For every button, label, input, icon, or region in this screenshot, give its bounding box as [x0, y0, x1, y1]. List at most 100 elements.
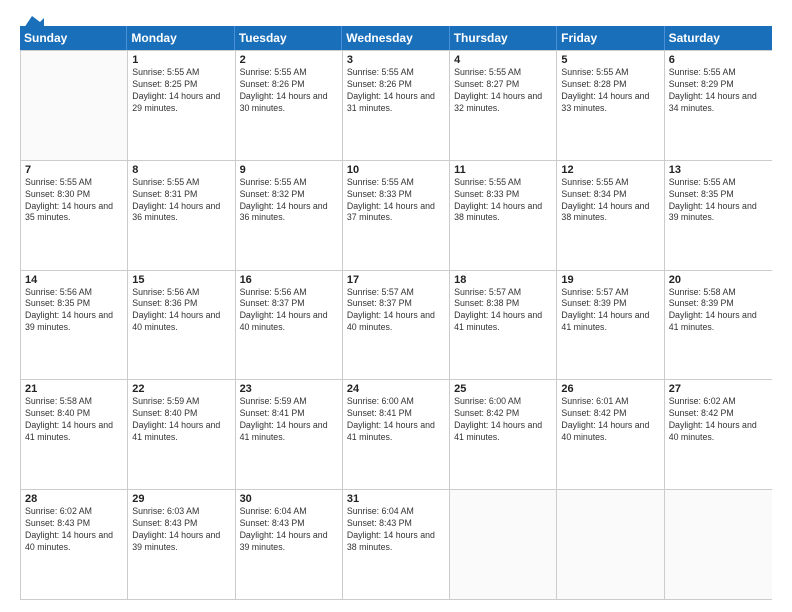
- calendar-cell: 22Sunrise: 5:59 AMSunset: 8:40 PMDayligh…: [128, 380, 235, 489]
- cell-sunrise: Sunrise: 5:55 AM: [240, 177, 338, 189]
- cell-sunrise: Sunrise: 5:57 AM: [561, 287, 659, 299]
- cell-info: Sunrise: 6:03 AMSunset: 8:43 PMDaylight:…: [132, 506, 230, 554]
- calendar-cell: 8Sunrise: 5:55 AMSunset: 8:31 PMDaylight…: [128, 161, 235, 270]
- cell-sunset: Sunset: 8:25 PM: [132, 79, 230, 91]
- calendar-cell: 16Sunrise: 5:56 AMSunset: 8:37 PMDayligh…: [236, 271, 343, 380]
- cell-date: 14: [25, 274, 123, 286]
- cell-daylight: Daylight: 14 hours and 33 minutes.: [561, 91, 659, 115]
- cell-daylight: Daylight: 14 hours and 36 minutes.: [240, 201, 338, 225]
- cell-daylight: Daylight: 14 hours and 40 minutes.: [132, 310, 230, 334]
- cell-sunset: Sunset: 8:34 PM: [561, 189, 659, 201]
- cell-info: Sunrise: 5:55 AMSunset: 8:26 PMDaylight:…: [347, 67, 445, 115]
- cell-sunrise: Sunrise: 6:04 AM: [347, 506, 445, 518]
- cell-sunrise: Sunrise: 5:55 AM: [132, 67, 230, 79]
- cell-sunrise: Sunrise: 5:57 AM: [347, 287, 445, 299]
- calendar-cell: 11Sunrise: 5:55 AMSunset: 8:33 PMDayligh…: [450, 161, 557, 270]
- cell-sunset: Sunset: 8:43 PM: [347, 518, 445, 530]
- calendar-row: 21Sunrise: 5:58 AMSunset: 8:40 PMDayligh…: [21, 379, 772, 489]
- cell-date: 8: [132, 164, 230, 176]
- cell-sunrise: Sunrise: 5:58 AM: [669, 287, 768, 299]
- cell-info: Sunrise: 6:02 AMSunset: 8:42 PMDaylight:…: [669, 396, 768, 444]
- calendar-cell: 26Sunrise: 6:01 AMSunset: 8:42 PMDayligh…: [557, 380, 664, 489]
- calendar-cell: 25Sunrise: 6:00 AMSunset: 8:42 PMDayligh…: [450, 380, 557, 489]
- cell-daylight: Daylight: 14 hours and 36 minutes.: [132, 201, 230, 225]
- cell-sunrise: Sunrise: 6:01 AM: [561, 396, 659, 408]
- cell-sunrise: Sunrise: 5:55 AM: [669, 177, 768, 189]
- page: SundayMondayTuesdayWednesdayThursdayFrid…: [0, 0, 792, 612]
- cell-sunrise: Sunrise: 6:00 AM: [347, 396, 445, 408]
- cell-sunset: Sunset: 8:37 PM: [347, 298, 445, 310]
- calendar-cell: 27Sunrise: 6:02 AMSunset: 8:42 PMDayligh…: [665, 380, 772, 489]
- cal-header-day: Wednesday: [342, 26, 449, 50]
- cell-daylight: Daylight: 14 hours and 41 minutes.: [669, 310, 768, 334]
- cell-daylight: Daylight: 14 hours and 41 minutes.: [132, 420, 230, 444]
- cell-info: Sunrise: 5:57 AMSunset: 8:39 PMDaylight:…: [561, 287, 659, 335]
- cell-info: Sunrise: 5:56 AMSunset: 8:35 PMDaylight:…: [25, 287, 123, 335]
- cell-date: 25: [454, 383, 552, 395]
- cell-date: 11: [454, 164, 552, 176]
- cell-sunrise: Sunrise: 5:59 AM: [240, 396, 338, 408]
- cell-daylight: Daylight: 14 hours and 41 minutes.: [454, 420, 552, 444]
- cell-daylight: Daylight: 14 hours and 41 minutes.: [454, 310, 552, 334]
- cell-info: Sunrise: 5:55 AMSunset: 8:33 PMDaylight:…: [347, 177, 445, 225]
- cell-sunset: Sunset: 8:43 PM: [240, 518, 338, 530]
- cell-info: Sunrise: 5:59 AMSunset: 8:40 PMDaylight:…: [132, 396, 230, 444]
- cell-sunset: Sunset: 8:32 PM: [240, 189, 338, 201]
- calendar-row: 14Sunrise: 5:56 AMSunset: 8:35 PMDayligh…: [21, 270, 772, 380]
- calendar-cell: 19Sunrise: 5:57 AMSunset: 8:39 PMDayligh…: [557, 271, 664, 380]
- calendar-cell: 18Sunrise: 5:57 AMSunset: 8:38 PMDayligh…: [450, 271, 557, 380]
- cell-info: Sunrise: 6:01 AMSunset: 8:42 PMDaylight:…: [561, 396, 659, 444]
- cell-info: Sunrise: 5:57 AMSunset: 8:37 PMDaylight:…: [347, 287, 445, 335]
- cell-sunrise: Sunrise: 6:00 AM: [454, 396, 552, 408]
- calendar-cell: 15Sunrise: 5:56 AMSunset: 8:36 PMDayligh…: [128, 271, 235, 380]
- cell-daylight: Daylight: 14 hours and 40 minutes.: [669, 420, 768, 444]
- cell-daylight: Daylight: 14 hours and 38 minutes.: [347, 530, 445, 554]
- calendar-row: 28Sunrise: 6:02 AMSunset: 8:43 PMDayligh…: [21, 489, 772, 599]
- cell-info: Sunrise: 5:55 AMSunset: 8:26 PMDaylight:…: [240, 67, 338, 115]
- cell-date: 2: [240, 54, 338, 66]
- cell-info: Sunrise: 5:59 AMSunset: 8:41 PMDaylight:…: [240, 396, 338, 444]
- cell-date: 7: [25, 164, 123, 176]
- calendar-cell: 12Sunrise: 5:55 AMSunset: 8:34 PMDayligh…: [557, 161, 664, 270]
- cell-daylight: Daylight: 14 hours and 41 minutes.: [347, 420, 445, 444]
- cell-date: 6: [669, 54, 768, 66]
- cell-sunset: Sunset: 8:26 PM: [240, 79, 338, 91]
- cell-daylight: Daylight: 14 hours and 32 minutes.: [454, 91, 552, 115]
- calendar-cell: 20Sunrise: 5:58 AMSunset: 8:39 PMDayligh…: [665, 271, 772, 380]
- cell-date: 3: [347, 54, 445, 66]
- cell-sunset: Sunset: 8:29 PM: [669, 79, 768, 91]
- logo-icon: [22, 14, 44, 30]
- calendar-cell: 3Sunrise: 5:55 AMSunset: 8:26 PMDaylight…: [343, 51, 450, 160]
- cell-date: 28: [25, 493, 123, 505]
- cell-sunset: Sunset: 8:39 PM: [561, 298, 659, 310]
- calendar-cell: 14Sunrise: 5:56 AMSunset: 8:35 PMDayligh…: [21, 271, 128, 380]
- cell-sunrise: Sunrise: 5:55 AM: [454, 177, 552, 189]
- cell-date: 13: [669, 164, 768, 176]
- cell-sunrise: Sunrise: 5:55 AM: [25, 177, 123, 189]
- cal-header-day: Thursday: [450, 26, 557, 50]
- calendar-cell: 21Sunrise: 5:58 AMSunset: 8:40 PMDayligh…: [21, 380, 128, 489]
- calendar-cell: [450, 490, 557, 599]
- cell-sunset: Sunset: 8:35 PM: [669, 189, 768, 201]
- cell-sunrise: Sunrise: 5:55 AM: [347, 177, 445, 189]
- cell-date: 24: [347, 383, 445, 395]
- cell-date: 4: [454, 54, 552, 66]
- cell-sunset: Sunset: 8:41 PM: [240, 408, 338, 420]
- calendar-row: 7Sunrise: 5:55 AMSunset: 8:30 PMDaylight…: [21, 160, 772, 270]
- cell-sunrise: Sunrise: 5:58 AM: [25, 396, 123, 408]
- cell-daylight: Daylight: 14 hours and 40 minutes.: [240, 310, 338, 334]
- calendar-cell: [21, 51, 128, 160]
- cell-date: 29: [132, 493, 230, 505]
- cell-date: 5: [561, 54, 659, 66]
- calendar-cell: 10Sunrise: 5:55 AMSunset: 8:33 PMDayligh…: [343, 161, 450, 270]
- cell-date: 10: [347, 164, 445, 176]
- cell-date: 15: [132, 274, 230, 286]
- cell-sunrise: Sunrise: 5:55 AM: [240, 67, 338, 79]
- cell-date: 18: [454, 274, 552, 286]
- calendar-header: SundayMondayTuesdayWednesdayThursdayFrid…: [20, 26, 772, 50]
- cell-daylight: Daylight: 14 hours and 41 minutes.: [25, 420, 123, 444]
- cell-info: Sunrise: 5:55 AMSunset: 8:31 PMDaylight:…: [132, 177, 230, 225]
- cell-date: 9: [240, 164, 338, 176]
- cell-daylight: Daylight: 14 hours and 39 minutes.: [132, 530, 230, 554]
- cell-sunset: Sunset: 8:43 PM: [25, 518, 123, 530]
